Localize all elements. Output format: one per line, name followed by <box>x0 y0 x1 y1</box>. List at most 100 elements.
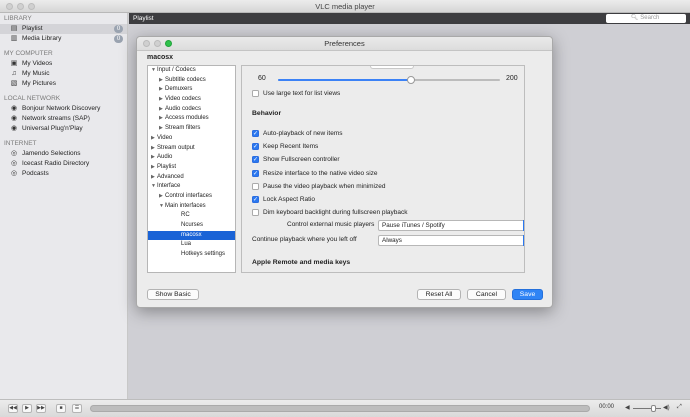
playlist-icon: ▤ <box>10 25 18 33</box>
checkbox-label: Show Fullscreen controller <box>263 156 340 163</box>
size-slider-row: 60 200 <box>242 75 524 85</box>
tree-item-ncurses[interactable]: Ncurses <box>148 221 235 231</box>
fast-forward-icon: ▶▶ <box>37 405 45 411</box>
tree-item-label: Control interfaces <box>165 193 212 199</box>
large-text-checkbox[interactable]: Use large text for list views <box>252 89 340 98</box>
play-button[interactable]: ▶ <box>22 404 32 413</box>
sidebar-section-local-network: LOCAL NETWORK <box>0 94 127 104</box>
tree-item-advanced[interactable]: ▶Advanced <box>148 173 235 183</box>
tree-item-hotkeys-settings[interactable]: Hotkeys settings <box>148 250 235 260</box>
sidebar-item-media-library[interactable]: ▥Media Library0 <box>0 34 127 44</box>
sidebar-section-internet: INTERNET <box>0 139 127 149</box>
control-music-label: Control external music players <box>287 221 374 228</box>
cancel-button[interactable]: Cancel <box>467 289 506 300</box>
tree-item-stream-output[interactable]: ▶Stream output <box>148 144 235 154</box>
sidebar-item-bonjour-network-discovery[interactable]: ◉Bonjour Network Discovery <box>0 104 127 114</box>
tree-item-label: Audio <box>157 154 172 160</box>
tree-item-label: Main interfaces <box>165 203 206 209</box>
sidebar-item-label: Jamendo Selections <box>22 150 81 157</box>
checkmark-icon: ✓ <box>252 170 259 177</box>
sidebar-item-my-videos[interactable]: ▣My Videos <box>0 59 127 69</box>
tree-item-label: Demuxers <box>165 86 192 92</box>
checkbox-keep-recent-items[interactable]: ✓Keep Recent Items <box>252 142 318 151</box>
tree-item-subtitle-codecs[interactable]: ▶Subtitle codecs <box>148 76 235 86</box>
volume-slider[interactable] <box>633 408 661 409</box>
tree-item-label: Interface <box>157 183 180 189</box>
tree-item-access-modules[interactable]: ▶Access modules <box>148 114 235 124</box>
checkbox-box <box>252 183 259 190</box>
show-basic-button[interactable]: Show Basic <box>147 289 199 300</box>
globe-icon: ◉ <box>10 105 18 113</box>
tree-item-label: Access modules <box>165 115 209 121</box>
checkbox-box <box>252 209 259 216</box>
volume-low-icon: ◀ <box>625 404 630 411</box>
tree-item-label: Playlist <box>157 164 176 170</box>
checkbox-label: Resize interface to the native video siz… <box>263 170 378 177</box>
tree-item-label: Advanced <box>157 174 184 180</box>
checkmark-icon: ✓ <box>252 196 259 203</box>
continue-playback-select[interactable]: Always ▲▼ <box>378 235 525 246</box>
checkbox-lock-aspect-ratio[interactable]: ✓Lock Aspect Ratio <box>252 195 315 204</box>
sidebar-item-icecast-radio-directory[interactable]: ◎Icecast Radio Directory <box>0 159 127 169</box>
tree-item-audio[interactable]: ▶Audio <box>148 153 235 163</box>
tree-item-control-interfaces[interactable]: ▶Control interfaces <box>148 192 235 202</box>
preferences-titlebar: Preferences <box>137 37 552 51</box>
checkbox-auto-playback-of-new-items[interactable]: ✓Auto-playback of new items <box>252 129 342 138</box>
apple-remote-heading: Apple Remote and media keys <box>252 259 350 266</box>
picture-icon: ▧ <box>10 80 18 88</box>
sidebar-item-network-streams-sap[interactable]: ◉Network streams (SAP) <box>0 114 127 124</box>
tree-item-input-codecs[interactable]: ▼Input / Codecs <box>148 66 235 76</box>
chevron-updown-icon: ▲▼ <box>523 235 525 246</box>
preferences-dialog: Preferences macosx ▼Input / Codecs▶Subti… <box>136 36 553 308</box>
tree-item-lua[interactable]: Lua <box>148 240 235 250</box>
tree-item-playlist[interactable]: ▶Playlist <box>148 163 235 173</box>
tree-item-audio-codecs[interactable]: ▶Audio codecs <box>148 105 235 115</box>
tree-item-video-codecs[interactable]: ▶Video codecs <box>148 95 235 105</box>
tree-item-macosx[interactable]: macosx <box>148 231 235 241</box>
slider-fill <box>278 79 411 81</box>
checkbox-resize-interface-to-the-native-video-size[interactable]: ✓ Resize interface to the native video si… <box>252 169 378 178</box>
sidebar-item-playlist[interactable]: ▤Playlist0 <box>0 24 127 34</box>
control-music-row: Control external music players Pause iTu… <box>242 220 525 231</box>
tree-item-label: Hotkeys settings <box>181 251 225 257</box>
tree-item-label: Video <box>157 135 172 141</box>
stop-button[interactable]: ■ <box>56 404 66 413</box>
dialog-zoom-button[interactable] <box>165 40 172 47</box>
progress-bar[interactable] <box>90 405 590 412</box>
checkbox-label: Auto-playback of new items <box>263 130 342 137</box>
save-button[interactable]: Save <box>512 289 543 300</box>
playlist-toggle-button[interactable]: ☰ <box>72 404 82 413</box>
checkbox-show-fullscreen-controller[interactable]: ✓Show Fullscreen controller <box>252 155 340 164</box>
size-slider[interactable] <box>278 79 500 81</box>
tree-item-demuxers[interactable]: ▶Demuxers <box>148 85 235 95</box>
sidebar-item-podcasts[interactable]: ◎Podcasts <box>0 169 127 179</box>
preferences-title: Preferences <box>324 39 364 48</box>
sidebar-item-jamendo-selections[interactable]: ◎Jamendo Selections <box>0 149 127 159</box>
sidebar-item-my-music[interactable]: ♫My Music <box>0 69 127 79</box>
tree-item-stream-filters[interactable]: ▶Stream filters <box>148 124 235 134</box>
rewind-button[interactable]: ◀◀ <box>8 404 18 413</box>
clipped-control <box>370 65 414 69</box>
sidebar-item-universal-plug-n-play[interactable]: ◉Universal Plug'n'Play <box>0 124 127 134</box>
control-music-select[interactable]: Pause iTunes / Spotify ▲▼ <box>378 220 525 231</box>
search-input[interactable]: 🔍︎Search <box>606 14 686 23</box>
tree-item-interface[interactable]: ▼Interface <box>148 182 235 192</box>
tree-item-label: Subtitle codecs <box>165 77 206 83</box>
tree-item-label: Ncurses <box>181 222 203 228</box>
sidebar-item-my-pictures[interactable]: ▧My Pictures <box>0 79 127 89</box>
slider-knob[interactable] <box>407 76 415 84</box>
checkbox-dim-keyboard-backlight-during-fullscreen-playback[interactable]: Dim keyboard backlight during fullscreen… <box>252 208 408 217</box>
tree-item-main-interfaces[interactable]: ▼Main interfaces <box>148 202 235 212</box>
dialog-minimize-button[interactable] <box>154 40 161 47</box>
volume-knob[interactable] <box>651 405 656 412</box>
fullscreen-icon[interactable]: ⤢ <box>677 404 682 411</box>
checkbox-pause-the-video-playback-when-minimized[interactable]: Pause the video playback when minimized <box>252 182 385 191</box>
dialog-close-button[interactable] <box>143 40 150 47</box>
tree-item-video[interactable]: ▶Video <box>148 134 235 144</box>
tree-item-rc[interactable]: RC <box>148 211 235 221</box>
reset-all-button[interactable]: Reset All <box>417 289 461 300</box>
fast-forward-button[interactable]: ▶▶ <box>36 404 46 413</box>
chevron-updown-icon: ▲▼ <box>523 220 525 231</box>
tree-item-label: Lua <box>181 241 191 247</box>
sidebar-item-label: My Music <box>22 70 49 77</box>
